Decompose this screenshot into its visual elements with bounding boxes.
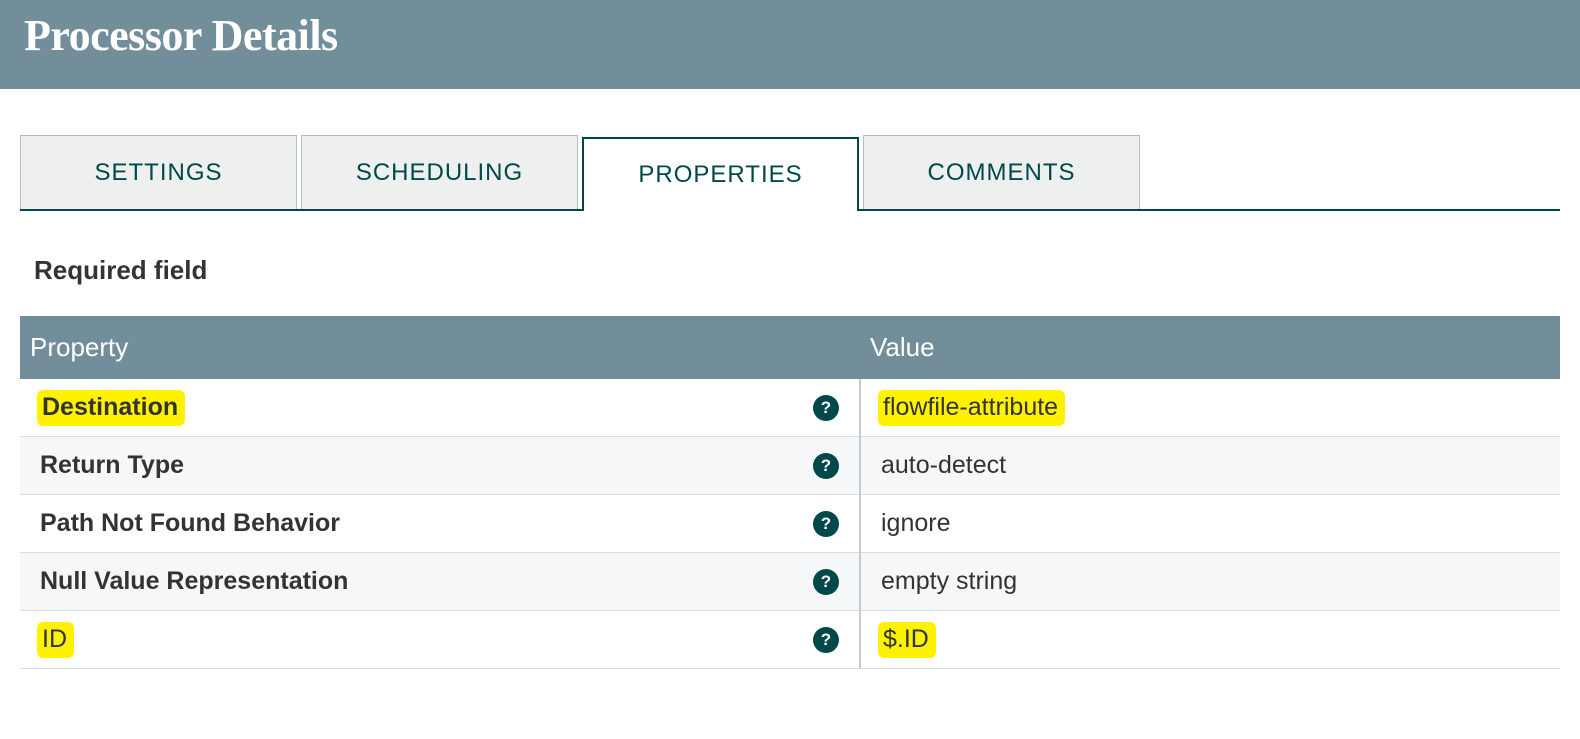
properties-table: Property Value Destination?flowfile-attr… xyxy=(20,316,1560,669)
property-value[interactable]: $.ID xyxy=(860,611,1560,669)
property-value[interactable]: empty string xyxy=(860,553,1560,611)
property-name: Destination xyxy=(40,393,182,422)
property-cell: ID? xyxy=(20,611,860,669)
property-name: Return Type xyxy=(40,451,184,480)
property-cell: Return Type? xyxy=(20,437,860,495)
property-cell: Path Not Found Behavior? xyxy=(20,495,860,553)
tab-label: COMMENTS xyxy=(928,159,1076,187)
table-row: Destination?flowfile-attribute xyxy=(20,379,1560,437)
table-row: Path Not Found Behavior?ignore xyxy=(20,495,1560,553)
property-value[interactable]: flowfile-attribute xyxy=(860,379,1560,437)
tab-properties[interactable]: PROPERTIES xyxy=(582,137,859,211)
tab-settings[interactable]: SETTINGS xyxy=(20,135,297,209)
dialog-body: SETTINGS SCHEDULING PROPERTIES COMMENTS … xyxy=(0,89,1580,669)
help-icon[interactable]: ? xyxy=(813,627,839,653)
table-row: Null Value Representation?empty string xyxy=(20,553,1560,611)
column-header-value: Value xyxy=(860,316,1560,379)
help-icon[interactable]: ? xyxy=(813,395,839,421)
tab-scheduling[interactable]: SCHEDULING xyxy=(301,135,578,209)
property-value[interactable]: auto-detect xyxy=(860,437,1560,495)
property-value[interactable]: ignore xyxy=(860,495,1560,553)
table-row: ID?$.ID xyxy=(20,611,1560,669)
property-name: ID xyxy=(40,625,71,654)
tab-comments[interactable]: COMMENTS xyxy=(863,135,1140,209)
help-icon[interactable]: ? xyxy=(813,569,839,595)
dialog-title: Processor Details xyxy=(24,10,1556,61)
property-name: Path Not Found Behavior xyxy=(40,509,340,538)
property-cell: Destination? xyxy=(20,379,860,437)
property-cell: Null Value Representation? xyxy=(20,553,860,611)
tab-label: SCHEDULING xyxy=(356,159,523,187)
column-header-property: Property xyxy=(20,316,860,379)
property-name: Null Value Representation xyxy=(40,567,348,596)
help-icon[interactable]: ? xyxy=(813,453,839,479)
tab-label: PROPERTIES xyxy=(638,161,802,189)
required-field-label: Required field xyxy=(34,255,1560,286)
help-icon[interactable]: ? xyxy=(813,511,839,537)
tab-label: SETTINGS xyxy=(94,159,222,187)
table-row: Return Type?auto-detect xyxy=(20,437,1560,495)
dialog-header: Processor Details xyxy=(0,0,1580,89)
tab-bar: SETTINGS SCHEDULING PROPERTIES COMMENTS xyxy=(20,135,1560,211)
